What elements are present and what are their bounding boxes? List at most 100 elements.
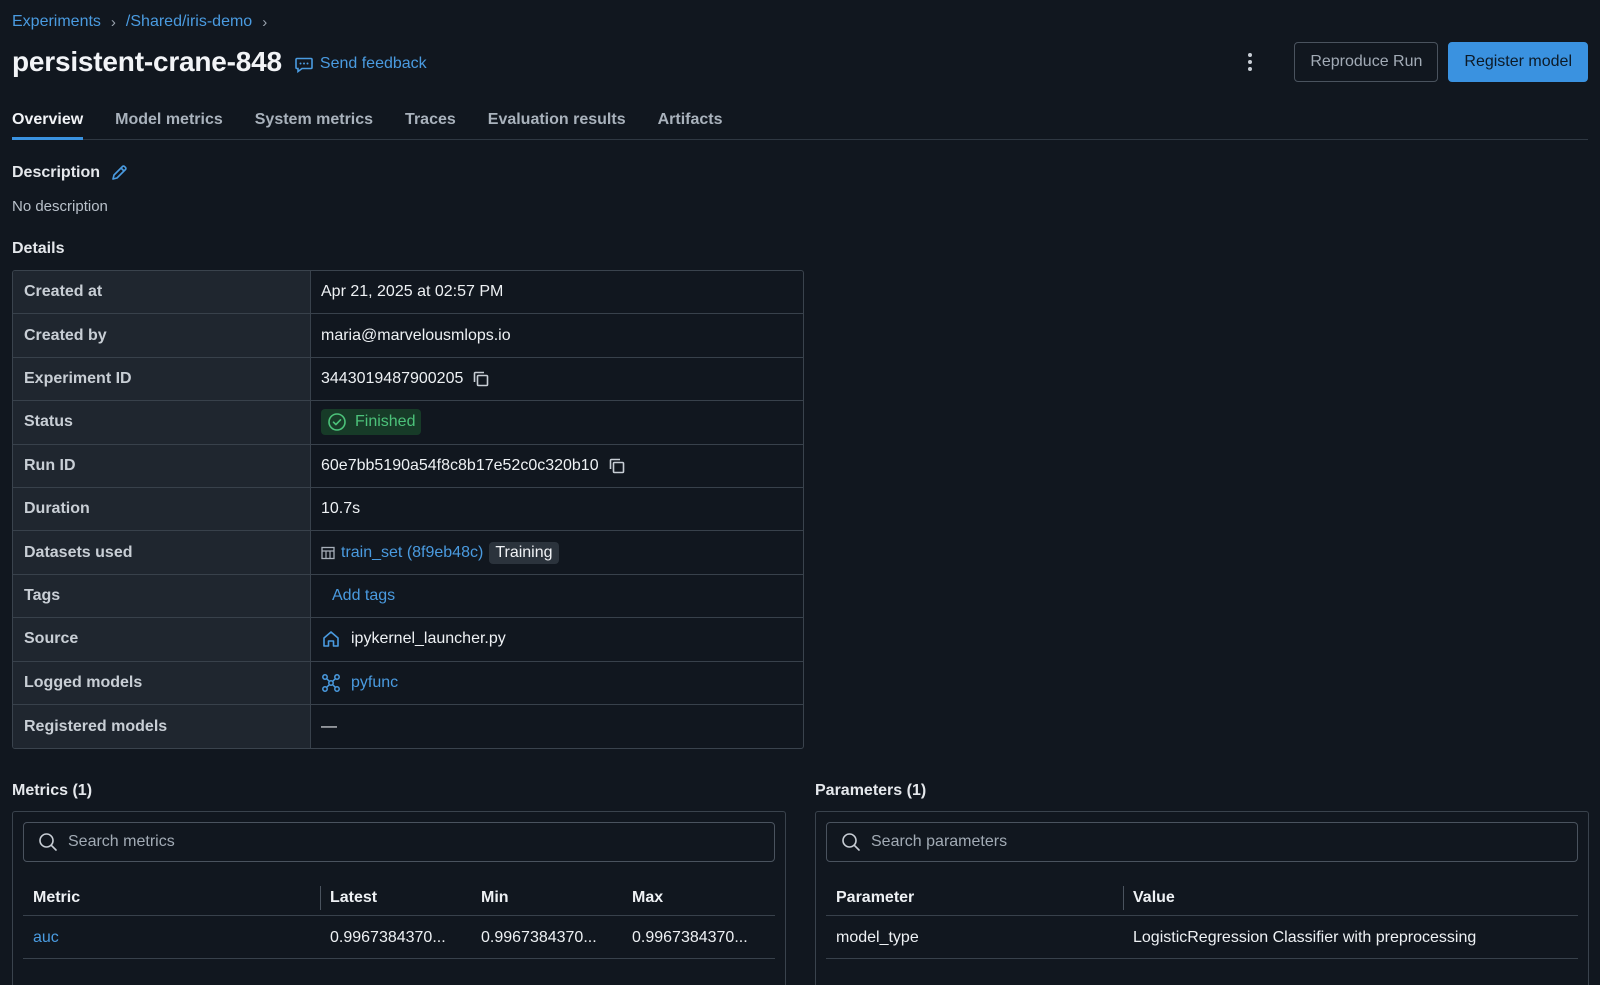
logged-models-cell: pyfunc [311,662,803,704]
tab-evaluation-results[interactable]: Evaluation results [488,104,626,140]
metric-min: 0.9967384370... [481,928,597,946]
column-header-latest: Latest [320,880,471,915]
column-header-max: Max [632,888,664,906]
details-row-experiment-id: Experiment ID 3443019487900205 [13,357,803,402]
more-options-icon[interactable] [1232,44,1268,80]
pencil-icon[interactable] [110,164,128,182]
details-key: Logged models [13,661,311,704]
experiment-id-cell: 3443019487900205 [311,358,803,400]
metrics-search [23,822,775,862]
breadcrumb-experiments[interactable]: Experiments [12,13,101,31]
details-heading: Details [12,240,65,257]
details-row-run-id: Run ID 60e7bb5190a54f8c8b17e52c0c320b10 [13,444,803,488]
source-value: ipykernel_launcher.py [351,630,506,648]
details-key: Datasets used [13,531,311,574]
details-key: Created by [13,314,311,357]
tab-overview[interactable]: Overview [12,104,84,140]
dataset-link[interactable]: train_set (8f9eb48c) [341,544,483,562]
status-label: Finished [355,413,416,431]
send-feedback-label: Send feedback [319,55,427,72]
experiment-id-value: 3443019487900205 [321,369,464,387]
details-key: Source [13,618,311,661]
table-row: model_type LogisticRegression Classifier… [826,917,1578,959]
details-key: Experiment ID [13,357,311,401]
details-row-datasets: Datasets used train_set (8f9eb48c) Train… [13,531,803,575]
send-feedback-link[interactable]: Send feedback [294,54,427,74]
breadcrumb-experiment[interactable]: /Shared/iris-demo [126,13,252,31]
tab-model-metrics[interactable]: Model metrics [115,104,223,140]
details-row-created-by: Created by maria@marvelousmlops.io [13,314,803,358]
details-row-status: Status Finished [13,401,803,445]
source-cell: ipykernel_launcher.py [311,618,803,660]
details-row-source: Source ipykernel_launcher.py [13,618,803,662]
register-model-button[interactable]: Register model [1448,42,1588,82]
created-at-value: Apr 21, 2025 at 02:57 PM [321,283,504,301]
details-table: Created at Apr 21, 2025 at 02:57 PM Crea… [12,270,804,750]
chevron-right-icon: › [262,13,268,31]
parameters-table-header: Parameter Value [826,880,1578,916]
check-circle-icon [327,412,347,432]
tab-traces[interactable]: Traces [405,104,456,140]
column-header-value: Value [1123,880,1578,915]
table-row: auc 0.9967384370... 0.9967384370... 0.99… [23,917,775,959]
details-row-logged-models: Logged models pyfunc [13,661,803,705]
chat-bubble-icon [294,54,314,74]
breadcrumb: Experiments › /Shared/iris-demo › [12,13,267,31]
search-icon [38,832,58,852]
details-key: Registered models [13,704,311,749]
metric-link[interactable]: auc [33,929,59,947]
run-page: Experiments › /Shared/iris-demo › persis… [0,0,1600,985]
details-key: Run ID [13,444,311,487]
duration-value: 10.7s [321,500,361,518]
details-key: Duration [13,487,311,531]
model-icon [321,673,341,693]
details-row-created-at: Created at Apr 21, 2025 at 02:57 PM [13,271,803,315]
registered-models-value: — [321,717,337,735]
copy-icon[interactable] [607,456,627,476]
status-badge: Finished [321,409,422,436]
column-header-metric: Metric [33,888,81,906]
search-icon [841,832,861,852]
parameter-name: model_type [836,928,919,946]
tab-bar: Overview Model metrics System metrics Tr… [12,104,1588,140]
header-actions: Reproduce Run Register model [1232,42,1588,82]
page-header: persistent-crane-848 Send feedback Repro… [12,42,1588,82]
description-heading: Description [12,164,101,181]
logged-model-link[interactable]: pyfunc [351,674,398,692]
parameter-value: LogisticRegression Classifier with prepr… [1133,928,1477,946]
run-id-cell: 60e7bb5190a54f8c8b17e52c0c320b10 [311,445,803,487]
column-header-parameter: Parameter [836,888,915,906]
run-id-value: 60e7bb5190a54f8c8b17e52c0c320b10 [321,456,599,474]
reproduce-run-button[interactable]: Reproduce Run [1294,42,1439,82]
created-by-value: maria@marvelousmlops.io [321,326,511,344]
metrics-heading: Metrics (1) [12,782,93,799]
description-text: No description [12,198,108,215]
tab-system-metrics[interactable]: System metrics [255,104,373,140]
parameters-panel: Parameter Value model_type LogisticRegre… [815,811,1589,985]
tab-artifacts[interactable]: Artifacts [658,104,723,140]
metrics-table-header: Metric Latest Min Max [23,880,775,916]
page-title: persistent-crane-848 [12,46,282,77]
column-header-min: Min [481,888,509,906]
details-row-tags: Tags Add tags [13,574,803,619]
table-icon [321,546,335,560]
details-row-duration: Duration 10.7s [13,487,803,532]
tags-cell: Add tags [311,575,803,617]
chevron-right-icon: › [110,13,116,31]
details-key: Tags [13,574,311,618]
search-metrics-input[interactable] [68,833,774,851]
datasets-cell: train_set (8f9eb48c) Training [311,531,803,573]
status-cell: Finished [311,401,803,443]
details-key: Created at [13,271,311,314]
add-tags-link[interactable]: Add tags [332,587,395,605]
home-icon [321,629,341,649]
details-row-registered-models: Registered models — [13,704,803,749]
metric-latest: 0.9967384370... [330,928,446,946]
search-parameters-input[interactable] [871,833,1577,851]
copy-icon[interactable] [471,369,491,389]
metrics-panel: Metric Latest Min Max auc 0.9967384370..… [12,811,786,985]
dataset-context-tag: Training [489,541,559,564]
metric-max: 0.9967384370... [632,928,748,946]
description-header: Description [12,164,128,182]
parameters-search [826,822,1578,862]
